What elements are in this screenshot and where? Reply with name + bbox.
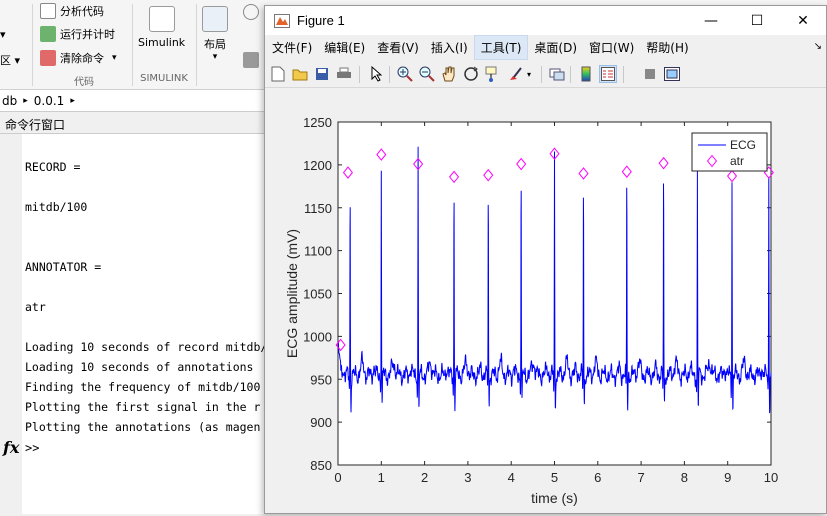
y-axis-label: ECG amplitude (mV) — [284, 229, 300, 358]
output-line: mitdb/100 — [25, 200, 88, 214]
x-tick-label: 2 — [421, 470, 428, 485]
menu-help[interactable]: 帮助(H) — [640, 36, 694, 59]
y-tick-label: 1250 — [303, 115, 332, 130]
figure-title: Figure 1 — [297, 13, 345, 28]
close-button[interactable]: ✕ — [780, 6, 826, 35]
x-tick-label: 5 — [551, 470, 558, 485]
output-line: Finding the frequency of mitdb/100 — [25, 380, 261, 394]
command-window[interactable]: RECORD = mitdb/100 ANNOTATOR = atr Loadi… — [0, 134, 267, 514]
clear-commands-button[interactable]: 清除命令 ▾ — [40, 50, 117, 66]
x-tick-label: 3 — [464, 470, 471, 485]
brush-icon[interactable] — [506, 65, 524, 83]
y-tick-label: 900 — [310, 415, 332, 430]
x-tick-label: 1 — [378, 470, 385, 485]
menu-undock-icon[interactable]: ↘ — [814, 41, 822, 52]
output-line: atr — [25, 300, 46, 314]
menu-desktop[interactable]: 桌面(D) — [528, 36, 583, 59]
legend-icon[interactable] — [599, 65, 617, 83]
y-tick-label: 950 — [310, 372, 332, 387]
menu-view[interactable]: 查看(V) — [371, 36, 425, 59]
figure-window[interactable]: Figure 1 — ☐ ✕ 文件(F) 编辑(E) 查看(V) 插入(I) 工… — [264, 5, 827, 514]
parallel-icon[interactable] — [243, 52, 259, 68]
pointer-icon[interactable] — [367, 65, 385, 83]
output-line: Plotting the annotations (as magen — [25, 420, 261, 434]
address-separator-icon: ▸ — [70, 95, 75, 106]
figure-menubar: 文件(F) 编辑(E) 查看(V) 插入(I) 工具(T) 桌面(D) 窗口(W… — [265, 35, 826, 60]
command-window-gutter — [0, 134, 22, 514]
output-line: RECORD = — [25, 160, 81, 174]
y-tick-label: 1050 — [303, 287, 332, 302]
x-tick-label: 4 — [508, 470, 515, 485]
new-figure-icon[interactable] — [269, 65, 287, 83]
ribbon-cut-label-2[interactable]: 区 ▾ — [0, 52, 20, 68]
y-tick-label: 1000 — [303, 329, 332, 344]
pan-icon[interactable] — [440, 65, 458, 83]
address-segment[interactable]: 0.0.1 — [34, 94, 65, 108]
figure-canvas[interactable]: 0 1 2 3 4 5 6 7 8 9 10 850 900 950 1000 1050 1100 1150 120… — [265, 88, 826, 513]
command-output: RECORD = mitdb/100 ANNOTATOR = atr Loadi… — [25, 160, 267, 434]
x-tick-label: 10 — [764, 470, 778, 485]
x-tick-label: 9 — [724, 470, 731, 485]
show-plot-tools-icon[interactable] — [663, 65, 681, 83]
y-tick-label: 850 — [310, 458, 332, 473]
run-and-time-button[interactable]: 运行并计时 — [40, 26, 115, 42]
analyze-code-icon — [40, 3, 56, 19]
address-segment[interactable]: db — [2, 94, 17, 108]
data-cursor-icon[interactable] — [484, 65, 502, 83]
clear-icon — [40, 50, 56, 66]
output-line: Loading 10 seconds of annotations — [25, 360, 254, 374]
simulink-button[interactable]: Simulink — [138, 6, 185, 49]
y-tick-label: 1100 — [304, 244, 332, 259]
menu-insert[interactable]: 插入(I) — [425, 36, 474, 59]
section-code-label: 代码 — [74, 77, 94, 88]
layout-button[interactable]: 布局 ▾ — [202, 6, 228, 62]
layout-icon — [202, 6, 228, 32]
brush-dropdown-icon[interactable]: ▾ — [524, 65, 534, 83]
zoom-out-icon[interactable] — [418, 65, 436, 83]
hide-plot-tools-icon[interactable] — [641, 65, 659, 83]
current-folder-address-bar[interactable]: db ▸ 0.0.1 ▸ — [0, 90, 264, 112]
menu-window[interactable]: 窗口(W) — [583, 36, 640, 59]
x-tick-label: 7 — [637, 470, 644, 485]
run-time-icon — [40, 26, 56, 42]
command-prompt[interactable]: >> — [25, 441, 39, 455]
rotate-icon[interactable] — [462, 65, 480, 83]
minimize-button[interactable]: — — [688, 6, 734, 35]
print-icon[interactable] — [335, 65, 353, 83]
link-icon[interactable] — [548, 65, 566, 83]
analyze-code-button[interactable]: 分析代码 — [40, 3, 104, 19]
ribbon-cut-label-1[interactable]: ▾ — [0, 28, 6, 41]
x-tick-label: 8 — [681, 470, 688, 485]
legend-atr-label: atr — [730, 154, 744, 168]
section-simulink-label: SIMULINK — [140, 73, 188, 84]
preferences-gear-icon[interactable] — [243, 4, 259, 20]
function-browser-icon[interactable]: fx — [3, 438, 19, 457]
output-line: Loading 10 seconds of record mitdb/ — [25, 340, 268, 354]
x-tick-label: 6 — [594, 470, 601, 485]
save-icon[interactable] — [313, 65, 331, 83]
legend-ecg-label: ECG — [730, 138, 756, 152]
command-window-header: 命令行窗口 — [0, 112, 264, 134]
menu-file[interactable]: 文件(F) — [266, 36, 318, 59]
x-tick-label: 0 — [334, 470, 341, 485]
figure-toolbar: ▾ — [265, 61, 826, 88]
y-tick-label: 1200 — [303, 158, 332, 173]
menu-edit[interactable]: 编辑(E) — [318, 36, 371, 59]
ecg-chart[interactable]: 0 1 2 3 4 5 6 7 8 9 10 850 900 950 1000 1050 1100 1150 120… — [265, 88, 826, 513]
zoom-in-icon[interactable] — [396, 65, 414, 83]
output-line: ANNOTATOR = — [25, 260, 102, 274]
address-separator-icon: ▸ — [23, 95, 28, 106]
matlab-figure-icon — [274, 13, 290, 28]
command-window-title: 命令行窗口 — [5, 118, 66, 132]
output-line: Plotting the first signal in the r — [25, 400, 261, 414]
menu-tools[interactable]: 工具(T) — [473, 35, 529, 60]
y-tick-label: 1150 — [304, 201, 332, 216]
open-file-icon[interactable] — [291, 65, 309, 83]
colorbar-icon[interactable] — [577, 65, 595, 83]
maximize-button[interactable]: ☐ — [734, 6, 780, 35]
figure-titlebar[interactable]: Figure 1 — ☐ ✕ — [265, 6, 826, 35]
simulink-icon — [148, 6, 175, 32]
x-axis-label: time (s) — [531, 490, 578, 506]
